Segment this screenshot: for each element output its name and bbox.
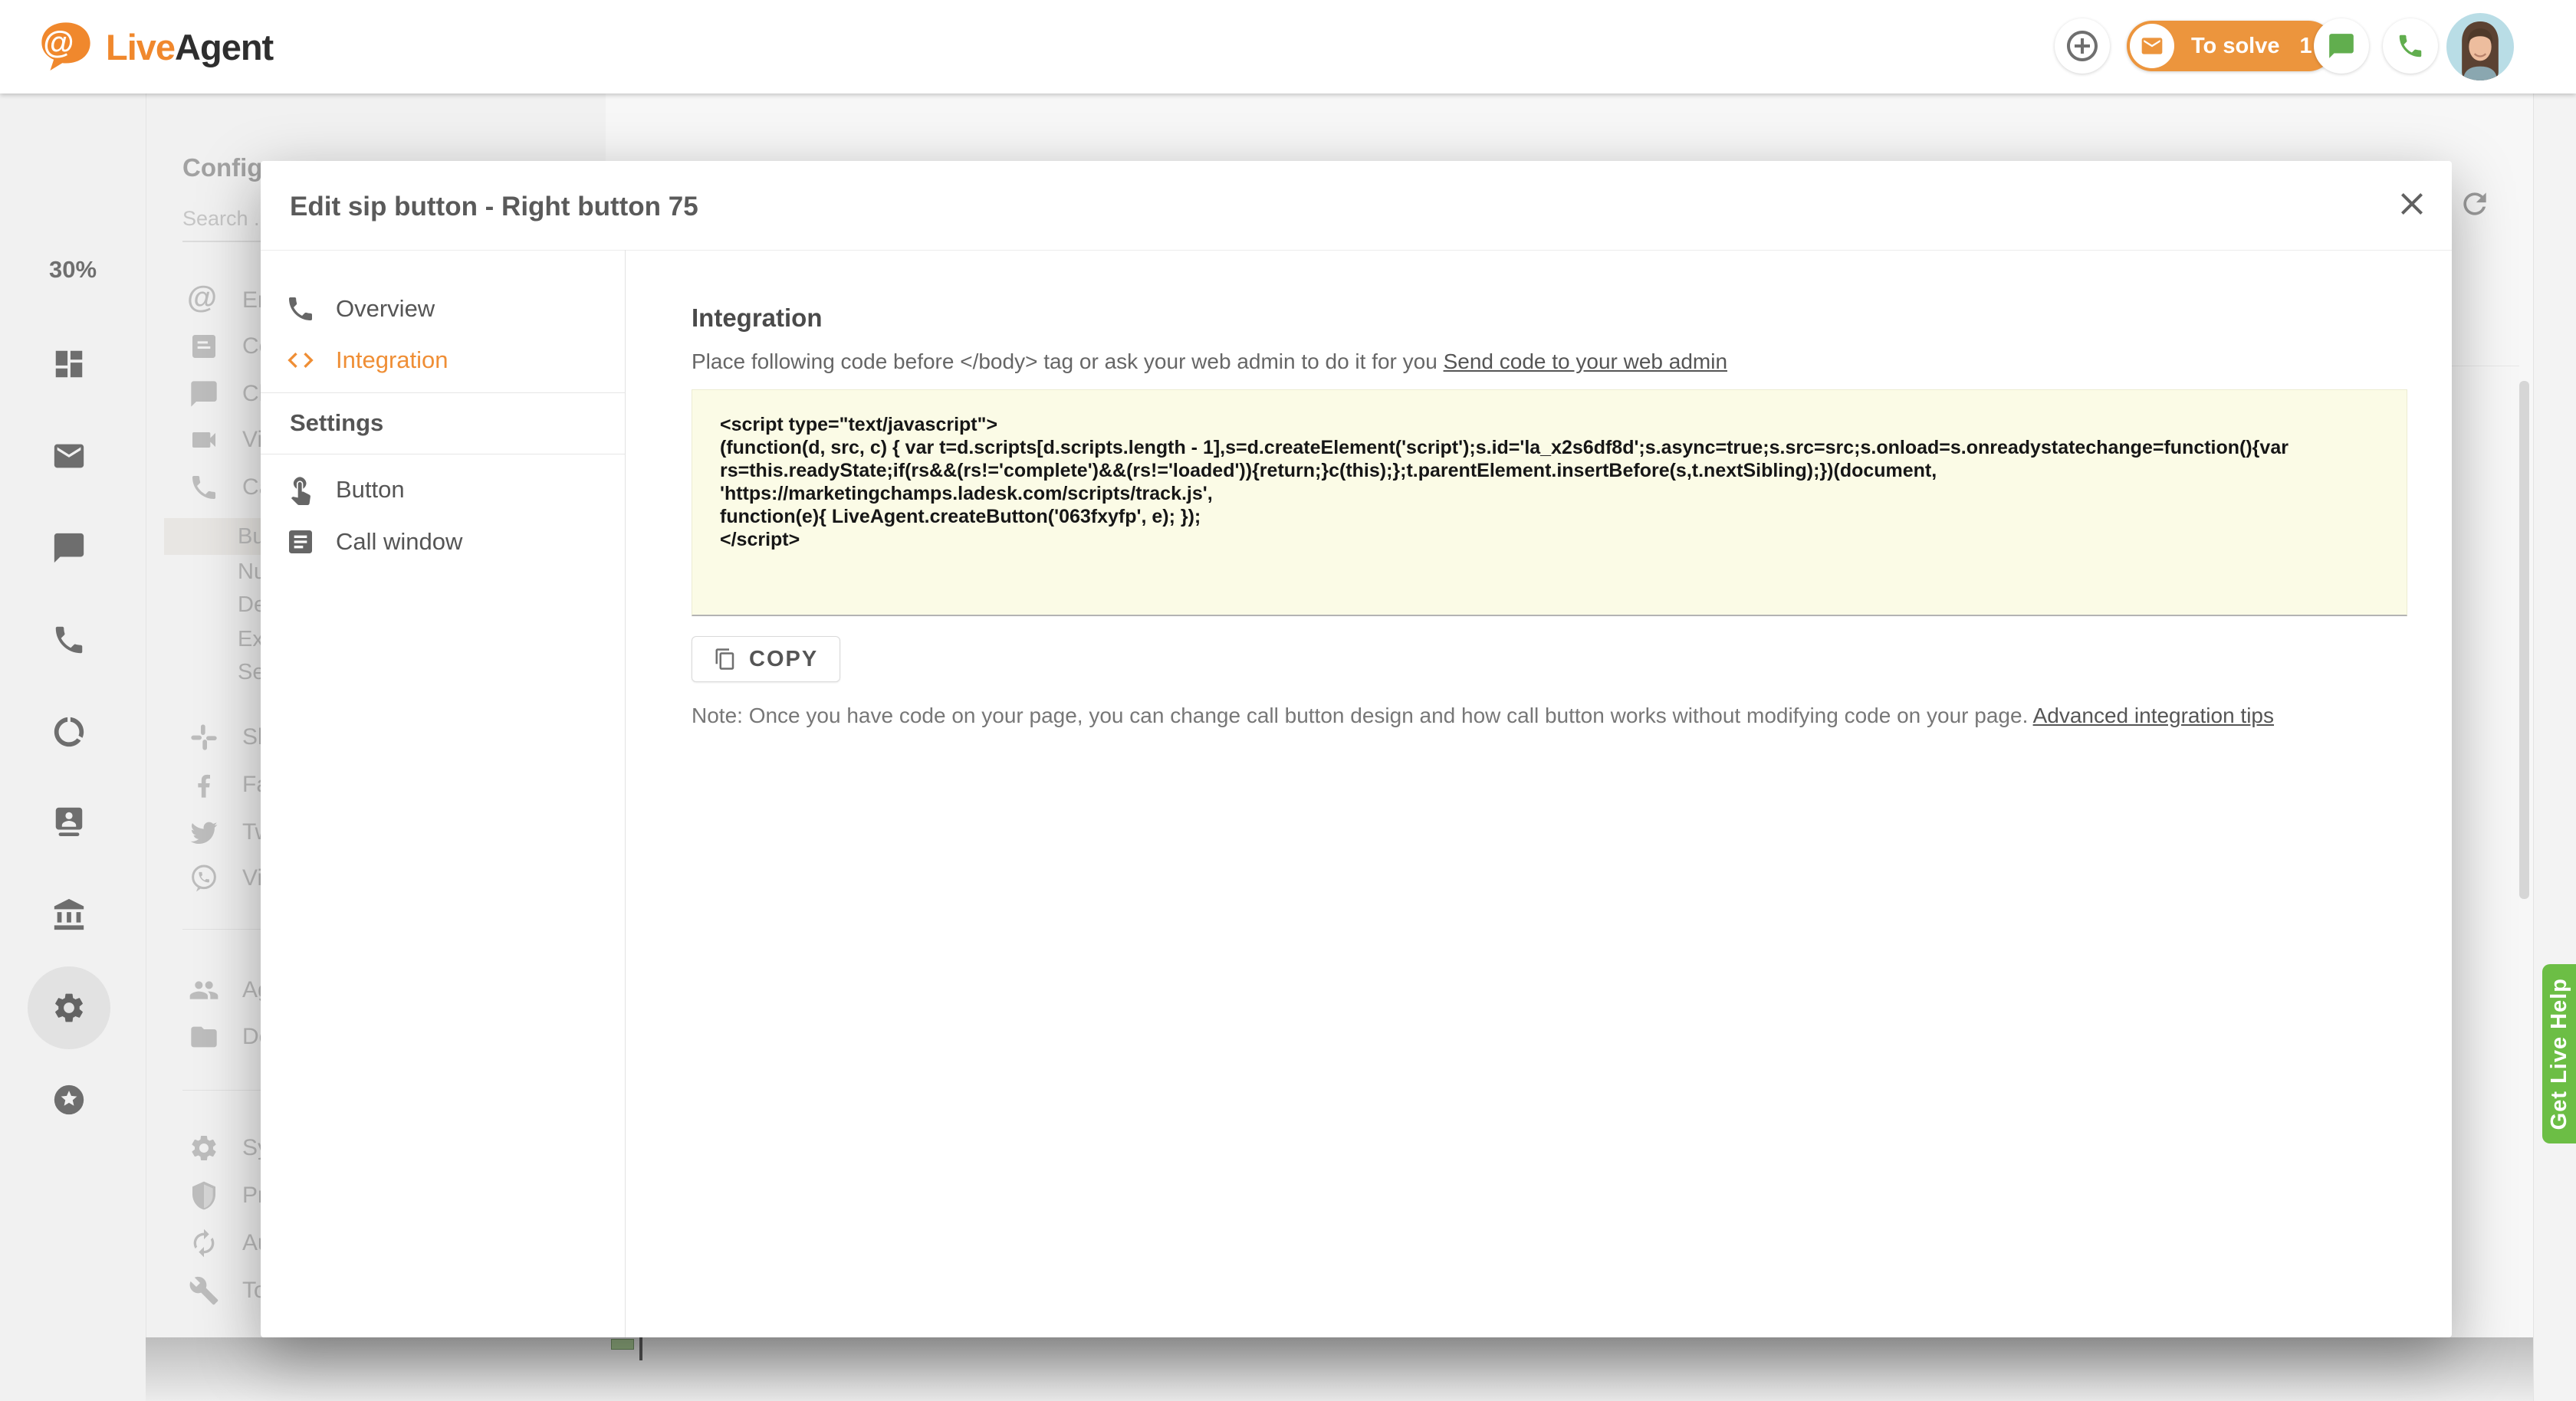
at-icon: @ xyxy=(187,281,217,315)
phone-icon xyxy=(285,294,316,324)
background-green-button xyxy=(611,1339,634,1350)
refresh-icon[interactable] xyxy=(2458,187,2492,221)
tab-call-window[interactable]: Call window xyxy=(261,517,624,567)
touch-icon xyxy=(285,474,316,505)
code-line: function(e){ LiveAgent.createButton('063… xyxy=(720,505,2407,528)
app-root: 30% Configur Search ... @ Em Co Ch Vid xyxy=(0,0,2576,1401)
envelope-icon xyxy=(2140,34,2164,58)
avatar[interactable] xyxy=(2446,13,2514,80)
integration-code-block[interactable]: <script type="text/javascript"> (functio… xyxy=(692,389,2407,616)
contacts-icon[interactable] xyxy=(51,804,87,839)
facebook-icon xyxy=(189,769,219,800)
plus-circle-icon xyxy=(2064,28,2101,64)
edit-sip-button-modal: Edit sip button - Right button 75 Overvi… xyxy=(261,161,2452,1337)
chat-icon[interactable] xyxy=(51,530,87,566)
phone-icon xyxy=(2396,31,2425,61)
to-solve-label: To solve xyxy=(2191,34,2280,59)
copy-icon xyxy=(714,648,737,671)
phone-icon[interactable] xyxy=(51,622,87,658)
modal-header-divider xyxy=(261,250,2452,251)
usage-ring-icon[interactable] xyxy=(51,714,87,750)
video-icon xyxy=(189,425,219,455)
document-icon xyxy=(285,527,316,557)
code-line: 'https://marketingchamps.ladesk.com/scri… xyxy=(720,482,2407,505)
code-line: rs=this.readyState;if(rs&&(rs!='complete… xyxy=(720,459,2407,482)
copy-button-label: COPY xyxy=(749,647,818,672)
copy-button[interactable]: COPY xyxy=(692,636,840,682)
integration-heading: Integration xyxy=(692,303,823,333)
integration-instruction: Place following code before </body> tag … xyxy=(692,349,1727,374)
close-icon[interactable] xyxy=(2394,185,2430,222)
brand-live: Live xyxy=(106,27,175,67)
liveagent-logo-icon: @ xyxy=(37,18,95,76)
note-text: Note: Once you have code on your page, y… xyxy=(692,704,2033,727)
integration-note: Note: Once you have code on your page, y… xyxy=(692,704,2274,728)
chat-icon xyxy=(189,379,219,409)
left-icon-rail: 30% xyxy=(0,94,146,1401)
tab-label: Call window xyxy=(336,528,462,556)
chats-button[interactable] xyxy=(2314,18,2369,74)
slack-icon xyxy=(189,722,219,753)
tab-label: Overview xyxy=(336,295,435,323)
usage-percent: 30% xyxy=(0,256,146,284)
right-side-panel xyxy=(2533,94,2576,1401)
send-code-link[interactable]: Send code to your web admin xyxy=(1444,349,1727,373)
bank-icon[interactable] xyxy=(51,897,87,933)
phone-icon xyxy=(189,472,219,503)
tab-integration[interactable]: Integration xyxy=(261,335,624,386)
star-circle-icon[interactable] xyxy=(51,1082,87,1117)
svg-text:@: @ xyxy=(43,25,74,60)
code-line: <script type="text/javascript"> xyxy=(720,413,2407,436)
brand-agent: Agent xyxy=(175,27,273,67)
mail-icon[interactable] xyxy=(51,438,87,474)
twitter-icon xyxy=(189,817,219,848)
instruction-text: Place following code before </body> tag … xyxy=(692,349,1444,373)
tab-overview[interactable]: Overview xyxy=(261,284,624,334)
wrench-icon xyxy=(189,1275,219,1306)
form-icon xyxy=(189,331,219,362)
calls-button[interactable] xyxy=(2383,18,2438,74)
code-line: (function(d, src, c) { var t=d.scripts[d… xyxy=(720,436,2407,459)
to-solve-count: 1 xyxy=(2300,34,2312,59)
gear-icon[interactable] xyxy=(51,990,87,1025)
tab-button[interactable]: Button xyxy=(261,464,624,515)
modal-title: Edit sip button - Right button 75 xyxy=(290,192,698,222)
chat-icon xyxy=(2327,31,2356,61)
advanced-tips-link[interactable]: Advanced integration tips xyxy=(2033,704,2274,727)
to-solve-button[interactable]: To solve 1 xyxy=(2127,21,2334,71)
scrollbar-thumb[interactable] xyxy=(2519,381,2529,899)
modal-sidebar-divider xyxy=(625,250,626,1337)
dimmed-page-bottom xyxy=(146,1337,2533,1401)
brand-logo[interactable]: @ LiveAgent xyxy=(37,18,273,75)
brand-wordmark: LiveAgent xyxy=(106,26,273,68)
divider xyxy=(261,392,625,393)
tab-label: Button xyxy=(336,476,405,504)
people-icon xyxy=(189,975,219,1006)
dashboard-icon[interactable] xyxy=(51,346,87,382)
add-button[interactable] xyxy=(2055,18,2110,74)
gear-icon xyxy=(189,1133,219,1163)
sync-icon xyxy=(189,1228,219,1258)
get-live-help-label: Get Live Help xyxy=(2547,978,2572,1130)
settings-section-header: Settings xyxy=(290,409,383,437)
top-header: @ LiveAgent To solve 1 xyxy=(0,0,2576,94)
tab-label: Integration xyxy=(336,346,449,374)
viber-icon xyxy=(189,863,219,894)
shield-icon xyxy=(189,1180,219,1211)
get-live-help-tab[interactable]: Get Live Help xyxy=(2542,964,2576,1143)
background-table-line xyxy=(639,1337,642,1360)
folder-icon xyxy=(189,1022,219,1052)
code-icon xyxy=(285,345,316,376)
code-line: </script> xyxy=(720,528,2407,551)
envelope-badge xyxy=(2130,24,2174,68)
